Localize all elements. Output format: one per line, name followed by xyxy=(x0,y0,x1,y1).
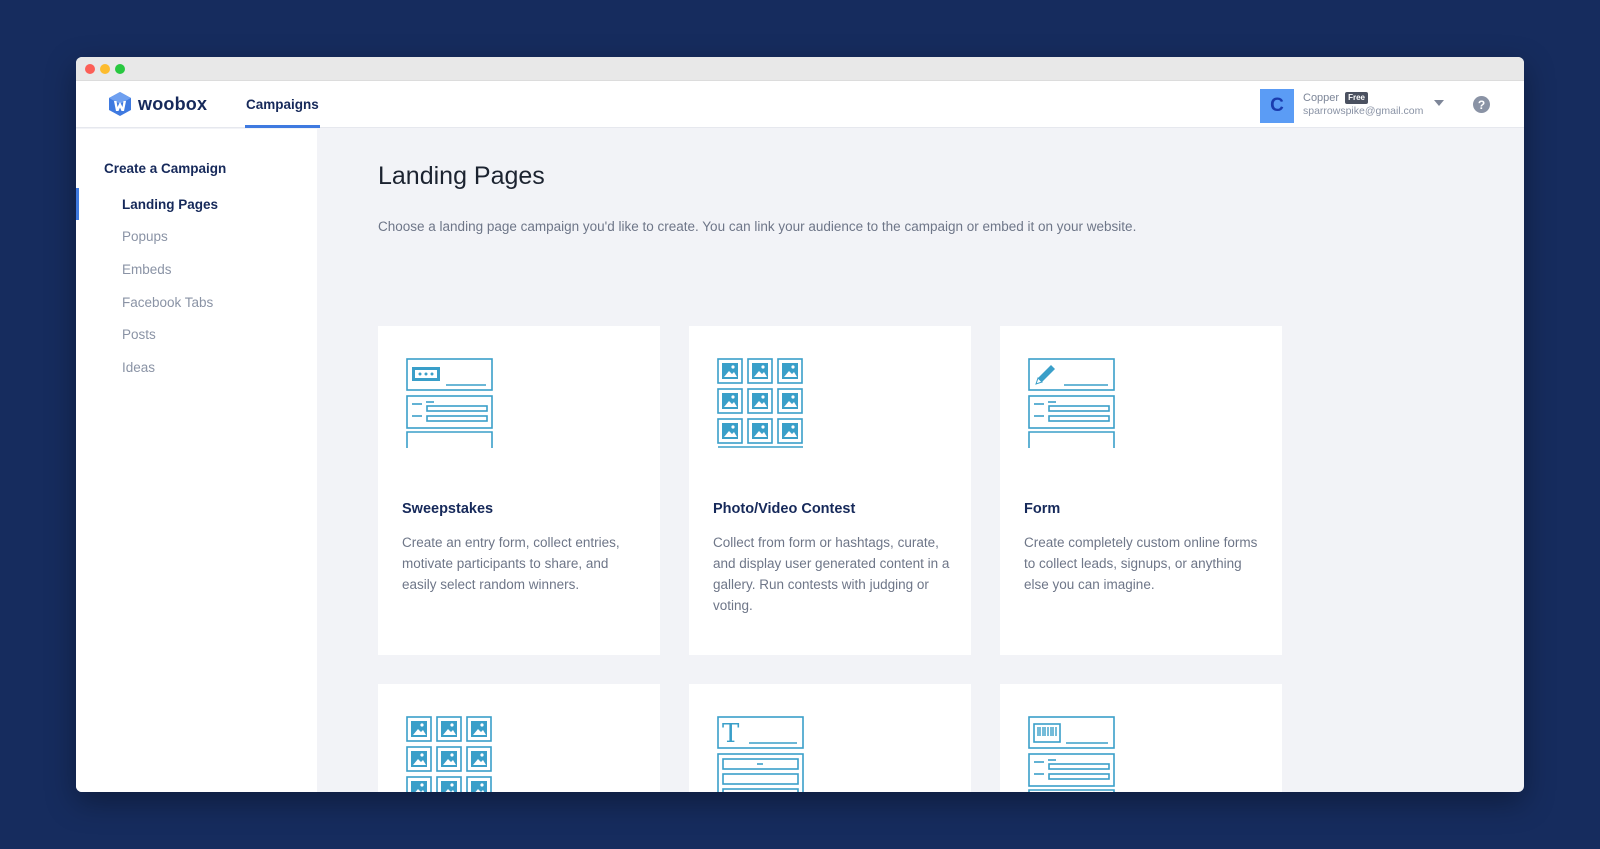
pencil-form-icon xyxy=(1028,358,1115,448)
sidebar-item-popups[interactable]: Popups xyxy=(122,229,168,244)
help-icon[interactable]: ? xyxy=(1473,96,1490,113)
account-name: Copper xyxy=(1303,92,1340,104)
card-title: Sweepstakes xyxy=(402,501,494,517)
chevron-down-icon[interactable] xyxy=(1434,100,1444,106)
ticket-form-icon xyxy=(406,358,493,448)
tab-campaigns[interactable]: Campaigns xyxy=(245,81,320,128)
campaign-card-form[interactable]: Form Create completely custom online for… xyxy=(1000,326,1282,655)
sidebar-item-facebook-tabs[interactable]: Facebook Tabs xyxy=(122,295,213,310)
sidebar: Create a Campaign Landing Pages Popups E… xyxy=(76,129,317,792)
text-form-icon: T xyxy=(717,716,804,792)
close-window-button[interactable] xyxy=(85,64,95,74)
sidebar-item-landing-pages[interactable]: Landing Pages xyxy=(122,197,218,212)
campaign-card-coupon[interactable] xyxy=(1000,684,1282,792)
card-title: Form xyxy=(1024,501,1061,517)
logo-text: woobox xyxy=(138,93,208,114)
page-description: Choose a landing page campaign you'd lik… xyxy=(378,219,1137,234)
sidebar-item-ideas[interactable]: Ideas xyxy=(122,360,155,375)
avatar[interactable]: C xyxy=(1260,89,1294,123)
campaign-card-photo-video-contest[interactable]: Photo/Video Contest Collect from form or… xyxy=(689,326,971,655)
card-description: Create an entry form, collect entries, m… xyxy=(402,535,620,592)
account-email: sparrowspike@gmail.com xyxy=(1303,105,1424,117)
card-description: Create completely custom online forms to… xyxy=(1024,535,1258,592)
card-description: Collect from form or hashtags, curate, a… xyxy=(713,535,950,613)
maximize-window-button[interactable] xyxy=(115,64,125,74)
campaign-card-gallery[interactable] xyxy=(378,684,660,792)
page-title: Landing Pages xyxy=(378,162,545,190)
woobox-logo-icon xyxy=(109,92,131,116)
campaign-card-text[interactable]: T xyxy=(689,684,971,792)
sidebar-item-embeds[interactable]: Embeds xyxy=(122,262,172,277)
svg-text:T: T xyxy=(722,719,740,749)
window-titlebar xyxy=(76,57,1524,81)
main-content: Landing Pages Choose a landing page camp… xyxy=(317,129,1524,792)
browser-window: woobox Campaigns C Copper Free sparrowsp… xyxy=(76,57,1524,792)
card-title: Photo/Video Contest xyxy=(713,501,856,517)
active-indicator xyxy=(76,188,79,220)
sidebar-item-posts[interactable]: Posts xyxy=(122,327,156,342)
account-menu[interactable]: C Copper Free sparrowspike@gmail.com xyxy=(1260,89,1423,123)
account-info: Copper Free sparrowspike@gmail.com xyxy=(1303,92,1423,117)
photo-grid-icon xyxy=(717,358,803,448)
barcode-form-icon xyxy=(1028,716,1115,792)
photo-grid-icon xyxy=(406,716,492,792)
sidebar-heading: Create a Campaign xyxy=(104,161,227,176)
minimize-window-button[interactable] xyxy=(100,64,110,74)
app-header: woobox Campaigns C Copper Free sparrowsp… xyxy=(76,81,1524,128)
plan-badge: Free xyxy=(1345,92,1368,104)
campaign-card-sweepstakes[interactable]: Sweepstakes Create an entry form, collec… xyxy=(378,326,660,655)
woobox-logo[interactable]: woobox xyxy=(108,91,207,117)
